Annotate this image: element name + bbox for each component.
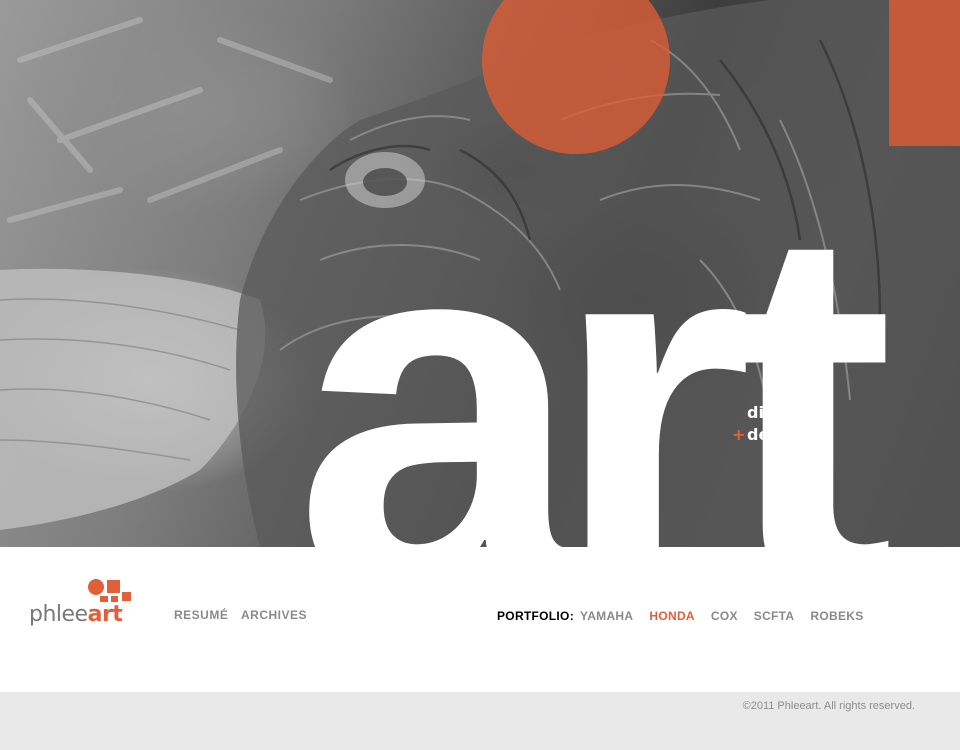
portfolio-nav: YAMAHA HONDA COX SCFTA ROBEKS [580, 609, 880, 623]
nav-resume-link[interactable]: RESUMÉ [174, 608, 228, 622]
portfolio-label: PORTFOLIO: [497, 609, 574, 623]
portfolio-link-honda[interactable]: HONDA [649, 609, 695, 623]
logo-shapes-icon [88, 579, 131, 602]
logo-wordmark: phleeart [29, 602, 123, 627]
copyright-text: ©2011 Phleeart. All rights reserved. [742, 700, 915, 712]
portfolio-link-scfta[interactable]: SCFTA [754, 609, 795, 623]
tagline-design: design [747, 425, 808, 444]
nav-archives-link[interactable]: ARCHIVES [241, 608, 307, 622]
hero-tagline: direction + design [732, 402, 828, 446]
hero-headline: art [294, 119, 895, 548]
logo-text-light: phlee [29, 602, 88, 627]
portfolio-link-robeks[interactable]: ROBEKS [810, 609, 863, 623]
hero-banner: art direction + design [0, 0, 960, 547]
portfolio-link-cox[interactable]: COX [711, 609, 738, 623]
footer: ©2011 Phleeart. All rights reserved. [0, 692, 960, 750]
orange-rectangle-decoration [889, 0, 960, 146]
logo-text-bold: art [87, 602, 123, 627]
plus-icon: + [732, 425, 746, 444]
tagline-direction: direction [747, 403, 828, 422]
portfolio-link-yamaha[interactable]: YAMAHA [580, 609, 633, 623]
site-logo[interactable]: phleeart [29, 578, 139, 630]
